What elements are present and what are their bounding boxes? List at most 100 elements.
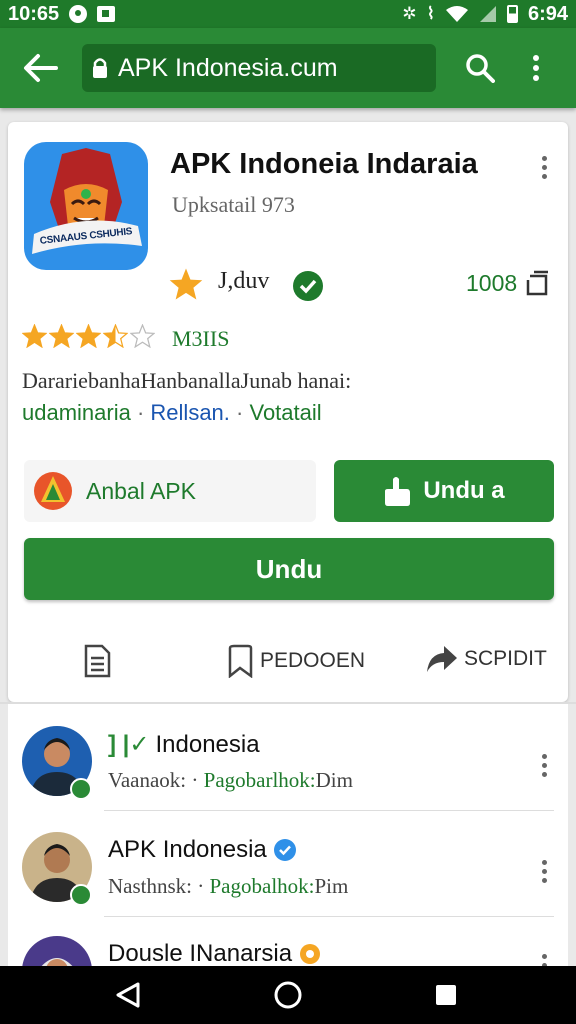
app-icon[interactable]: CSNAAUS CSHUHIS: [24, 142, 148, 270]
lock-icon: [93, 58, 107, 78]
search-button[interactable]: [452, 40, 508, 96]
sub-sep: ·: [197, 874, 205, 898]
gear-badge-icon: [300, 944, 321, 964]
title-text: APK Indonesia: [108, 836, 267, 863]
status-clock-right: 6:94: [527, 2, 568, 25]
action-row: PEDOOEN SCPIDIT: [8, 634, 568, 690]
nav-recents-button[interactable]: [426, 975, 466, 1015]
item-divider: [104, 810, 554, 811]
battery-icon: [506, 5, 518, 23]
apk-logo-icon: [34, 472, 72, 510]
item-divider: [104, 916, 554, 917]
app-subtitle: Upksatail 973: [172, 192, 295, 217]
sub-dark: Nasthnsk:: [108, 874, 192, 898]
more-vert-icon: [541, 753, 547, 759]
url-text: APK Indonesia.cum: [118, 53, 338, 82]
sub-tail: Pim: [314, 874, 349, 898]
more-vert-icon: [533, 55, 539, 81]
app-tags: udaminaria · Rellsan. · Votatail: [22, 400, 322, 426]
list-item-subtitle: Nasthnsk: · Pagobalhok:Pim: [108, 874, 348, 899]
bookmark-icon: [228, 644, 253, 678]
app-more-button[interactable]: [532, 150, 556, 184]
related-list: ] |✓ Indonesia Vaanaok: · Pagobarlhok:Di…: [8, 704, 568, 966]
browser-toolbar: APK Indonesia.cum: [0, 28, 576, 108]
action-document[interactable]: [82, 644, 118, 678]
triangle-back-icon: [116, 982, 140, 1008]
apk-button[interactable]: Anbal APK: [24, 460, 316, 522]
square-icon: [97, 6, 116, 22]
star-icon: [169, 268, 203, 300]
online-badge: [70, 884, 92, 906]
square-recents-icon: [436, 985, 456, 1005]
nav-home-button[interactable]: [268, 975, 308, 1015]
verified-badge-icon: [273, 839, 296, 861]
action-label: PEDOOEN: [260, 649, 366, 672]
status-bar: 10:65 ✲ ⌇ 6:94: [0, 0, 576, 28]
circle-home-icon: [274, 981, 302, 1009]
rating-star-icon: [22, 324, 47, 348]
avatar: [22, 936, 92, 966]
verified-check-icon: [293, 271, 323, 301]
list-item-title: ] |✓ Indonesia: [108, 730, 260, 759]
wifi-icon: [445, 6, 468, 22]
title-prefix: ] |✓: [108, 731, 150, 758]
item-more-button[interactable]: [532, 948, 556, 966]
developer-name[interactable]: J,duv: [218, 268, 269, 295]
back-button[interactable]: [12, 40, 68, 96]
person-avatar-icon: [41, 958, 73, 966]
dot: [541, 173, 547, 179]
download-small-label: Undu a: [423, 477, 505, 504]
rating-star-icon: [49, 324, 74, 348]
status-right: ✲ ⌇ 6:94: [402, 3, 568, 26]
circle-dot-icon: [69, 5, 88, 23]
back-arrow-icon: [24, 54, 58, 82]
list-item[interactable]: Dousle INanarsia: [8, 930, 568, 966]
nav-back-button[interactable]: [108, 975, 148, 1015]
dot: [541, 868, 547, 874]
system-nav-bar: [0, 966, 576, 1024]
list-item-subtitle: Vaanaok: · Pagobarlhok:Dim: [108, 768, 353, 793]
sub-dark: Vaanaok:: [108, 768, 187, 792]
item-more-button[interactable]: [532, 748, 556, 782]
list-item-title: Dousle INanarsia: [108, 940, 322, 966]
tag-release[interactable]: Rellsan.: [150, 400, 229, 425]
action-bookmark[interactable]: PEDOOEN: [226, 644, 365, 678]
more-vert-icon: [541, 155, 547, 161]
signal-icon: [479, 6, 496, 22]
bluetooth-icon: ✲: [402, 4, 417, 23]
copy-icon[interactable]: [524, 270, 550, 296]
download-large-label: Undu: [255, 553, 323, 584]
sub-sep: ·: [191, 768, 199, 792]
dot: [541, 771, 547, 777]
download-button-small[interactable]: Undu a: [334, 460, 554, 522]
tag-separator: ·: [136, 400, 145, 425]
status-time: 10:65: [8, 2, 60, 25]
action-share[interactable]: SCPIDIT: [426, 644, 547, 674]
list-item[interactable]: ] |✓ Indonesia Vaanaok: · Pagobarlhok:Di…: [8, 720, 568, 824]
download-button-large[interactable]: Undu: [24, 538, 554, 600]
vibrate-icon: ⌇: [426, 4, 435, 23]
title-text: Indonesia: [155, 730, 260, 758]
rating-star-icon: [130, 324, 155, 348]
rating-star-icon: [103, 324, 128, 348]
item-more-button[interactable]: [532, 854, 556, 888]
rating-star-icon: [76, 324, 101, 348]
url-bar[interactable]: APK Indonesia.cum: [82, 44, 436, 92]
dot: [541, 164, 547, 170]
online-badge: [70, 778, 92, 800]
sub-green: Pagobalhok:: [209, 874, 315, 898]
apk-button-label: Anbal APK: [86, 477, 196, 504]
tag-separator: ·: [236, 400, 244, 425]
more-vert-icon: [541, 859, 547, 865]
status-left: 10:65: [8, 2, 116, 26]
title-text: Dousle INanarsia: [108, 940, 293, 966]
list-item[interactable]: APK Indonesia Nasthnsk: · Pagobalhok:Pim: [8, 826, 568, 930]
document-icon: [84, 644, 111, 678]
more-options-button[interactable]: [508, 40, 564, 96]
tag-category[interactable]: udaminaria: [22, 400, 131, 425]
action-label: SCPIDIT: [464, 647, 547, 670]
sub-green: Pagobarlhok:: [203, 768, 316, 792]
hand-download-icon: [385, 477, 411, 506]
download-count: 1008: [466, 270, 518, 296]
tag-detail[interactable]: Votatail: [249, 400, 321, 425]
